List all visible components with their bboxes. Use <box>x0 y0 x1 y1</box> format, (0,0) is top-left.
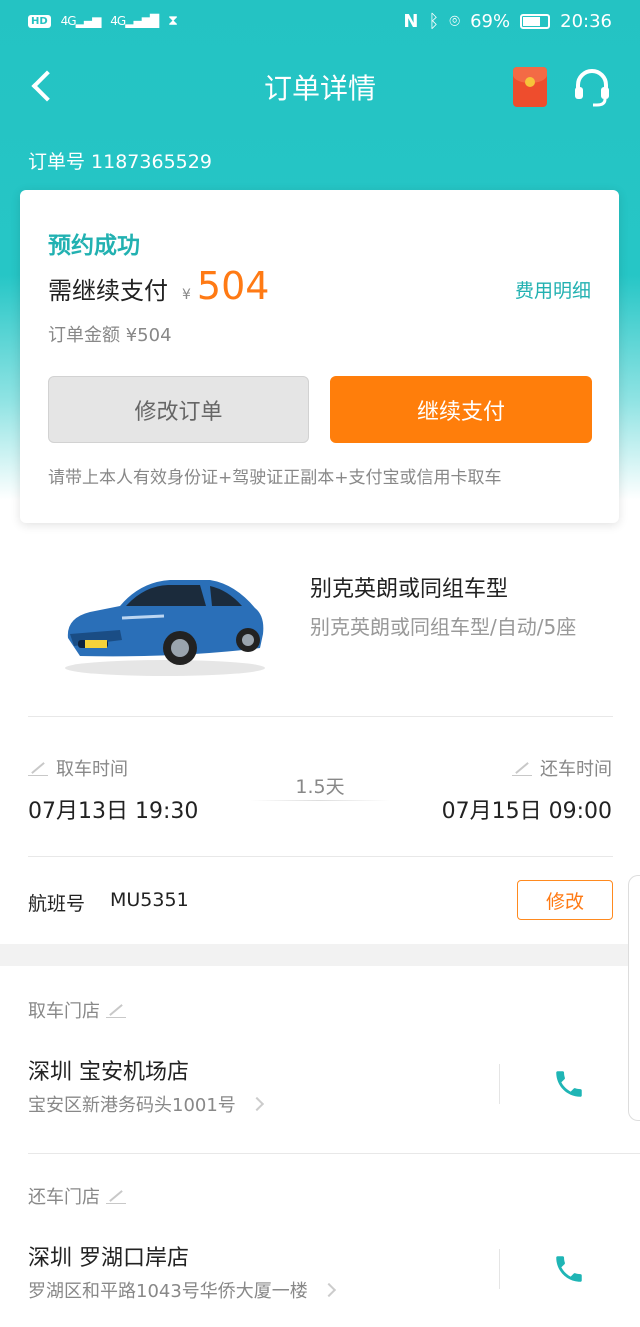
booking-status: 预约成功 <box>48 233 140 259</box>
car-model-description: 别克英朗或同组车型/自动/5座 <box>310 615 577 639</box>
battery-icon <box>520 14 551 29</box>
separator <box>499 1064 500 1104</box>
duration-line <box>250 800 390 801</box>
hd-indicator: HD <box>28 14 51 28</box>
return-time[interactable]: 07月15日 09:00 <box>442 793 612 825</box>
red-packet-icon[interactable] <box>513 67 547 107</box>
pencil-icon <box>106 1002 126 1018</box>
battery-percent: 69% <box>470 11 511 32</box>
currency-symbol: ¥ <box>182 287 191 303</box>
chevron-right-icon <box>321 1282 336 1298</box>
modify-order-button[interactable]: 修改订单 <box>48 376 309 443</box>
clock: 20:36 <box>560 11 612 32</box>
order-number: 订单号 1187365529 <box>28 151 212 173</box>
pickup-time-label: 取车时间 <box>28 755 128 781</box>
side-scroll-handle[interactable] <box>628 875 640 1121</box>
nfc-icon: N <box>403 11 419 32</box>
payment-due-label: 需继续支付 <box>48 277 168 305</box>
pickup-requirements-note: 请带上本人有效身份证+驾驶证正副本+支付宝或信用卡取车 <box>48 468 502 488</box>
separator <box>499 1249 500 1289</box>
pencil-icon <box>106 1188 126 1204</box>
location-icon: ⌾ <box>449 11 461 32</box>
return-time-label: 还车时间 <box>512 755 612 781</box>
pickup-store-phone-icon[interactable] <box>552 1067 586 1101</box>
bluetooth-icon: ᛒ <box>428 11 440 32</box>
pickup-time[interactable]: 07月13日 19:30 <box>28 793 198 825</box>
payment-due-row: 需继续支付 ¥ 504 <box>48 264 269 308</box>
car-model-name: 别克英朗或同组车型 <box>310 577 509 602</box>
status-bar: HD 4G▂▄▆ 4G▂▄▆█ ⧗ N ᛒ ⌾ 69% 20:36 <box>0 0 640 48</box>
car-image <box>60 560 270 680</box>
pencil-icon <box>512 760 532 776</box>
pickup-store-label: 取车门店 <box>28 997 126 1023</box>
edit-flight-button[interactable]: 修改 <box>517 880 613 920</box>
signal-icon-2: 4G▂▄▆█ <box>110 14 159 28</box>
continue-payment-button[interactable]: 继续支付 <box>330 376 592 443</box>
signal-icon: 4G▂▄▆ <box>60 14 102 28</box>
payment-card: 预约成功 需继续支付 ¥ 504 费用明细 订单金额 ¥504 修改订单 继续支… <box>20 190 619 523</box>
pickup-store-name[interactable]: 深圳 宝安机场店 <box>28 1054 189 1086</box>
chevron-right-icon <box>249 1096 264 1112</box>
flight-label: 航班号 <box>28 893 86 915</box>
return-store-address[interactable]: 罗湖区和平路1043号华侨大厦一楼 <box>28 1277 336 1303</box>
rental-duration: 1.5天 <box>295 776 345 798</box>
pickup-store-address[interactable]: 宝安区新港务码头1001号 <box>28 1091 264 1117</box>
pencil-icon <box>28 760 48 776</box>
section-gap <box>0 944 640 966</box>
hourglass-icon: ⧗ <box>168 13 178 29</box>
fee-detail-link[interactable]: 费用明细 <box>515 276 591 303</box>
order-amount: 订单金额 ¥504 <box>48 325 172 346</box>
return-store-name[interactable]: 深圳 罗湖口岸店 <box>28 1240 189 1272</box>
navigation-bar: 订单详情 <box>0 55 640 119</box>
divider <box>28 716 613 717</box>
return-store-phone-icon[interactable] <box>552 1252 586 1286</box>
divider <box>28 856 613 857</box>
return-store-label: 还车门店 <box>28 1183 126 1209</box>
divider <box>28 1153 640 1154</box>
flight-number: MU5351 <box>110 889 189 911</box>
customer-service-icon[interactable] <box>570 65 614 109</box>
payment-due-amount: 504 <box>196 264 270 308</box>
